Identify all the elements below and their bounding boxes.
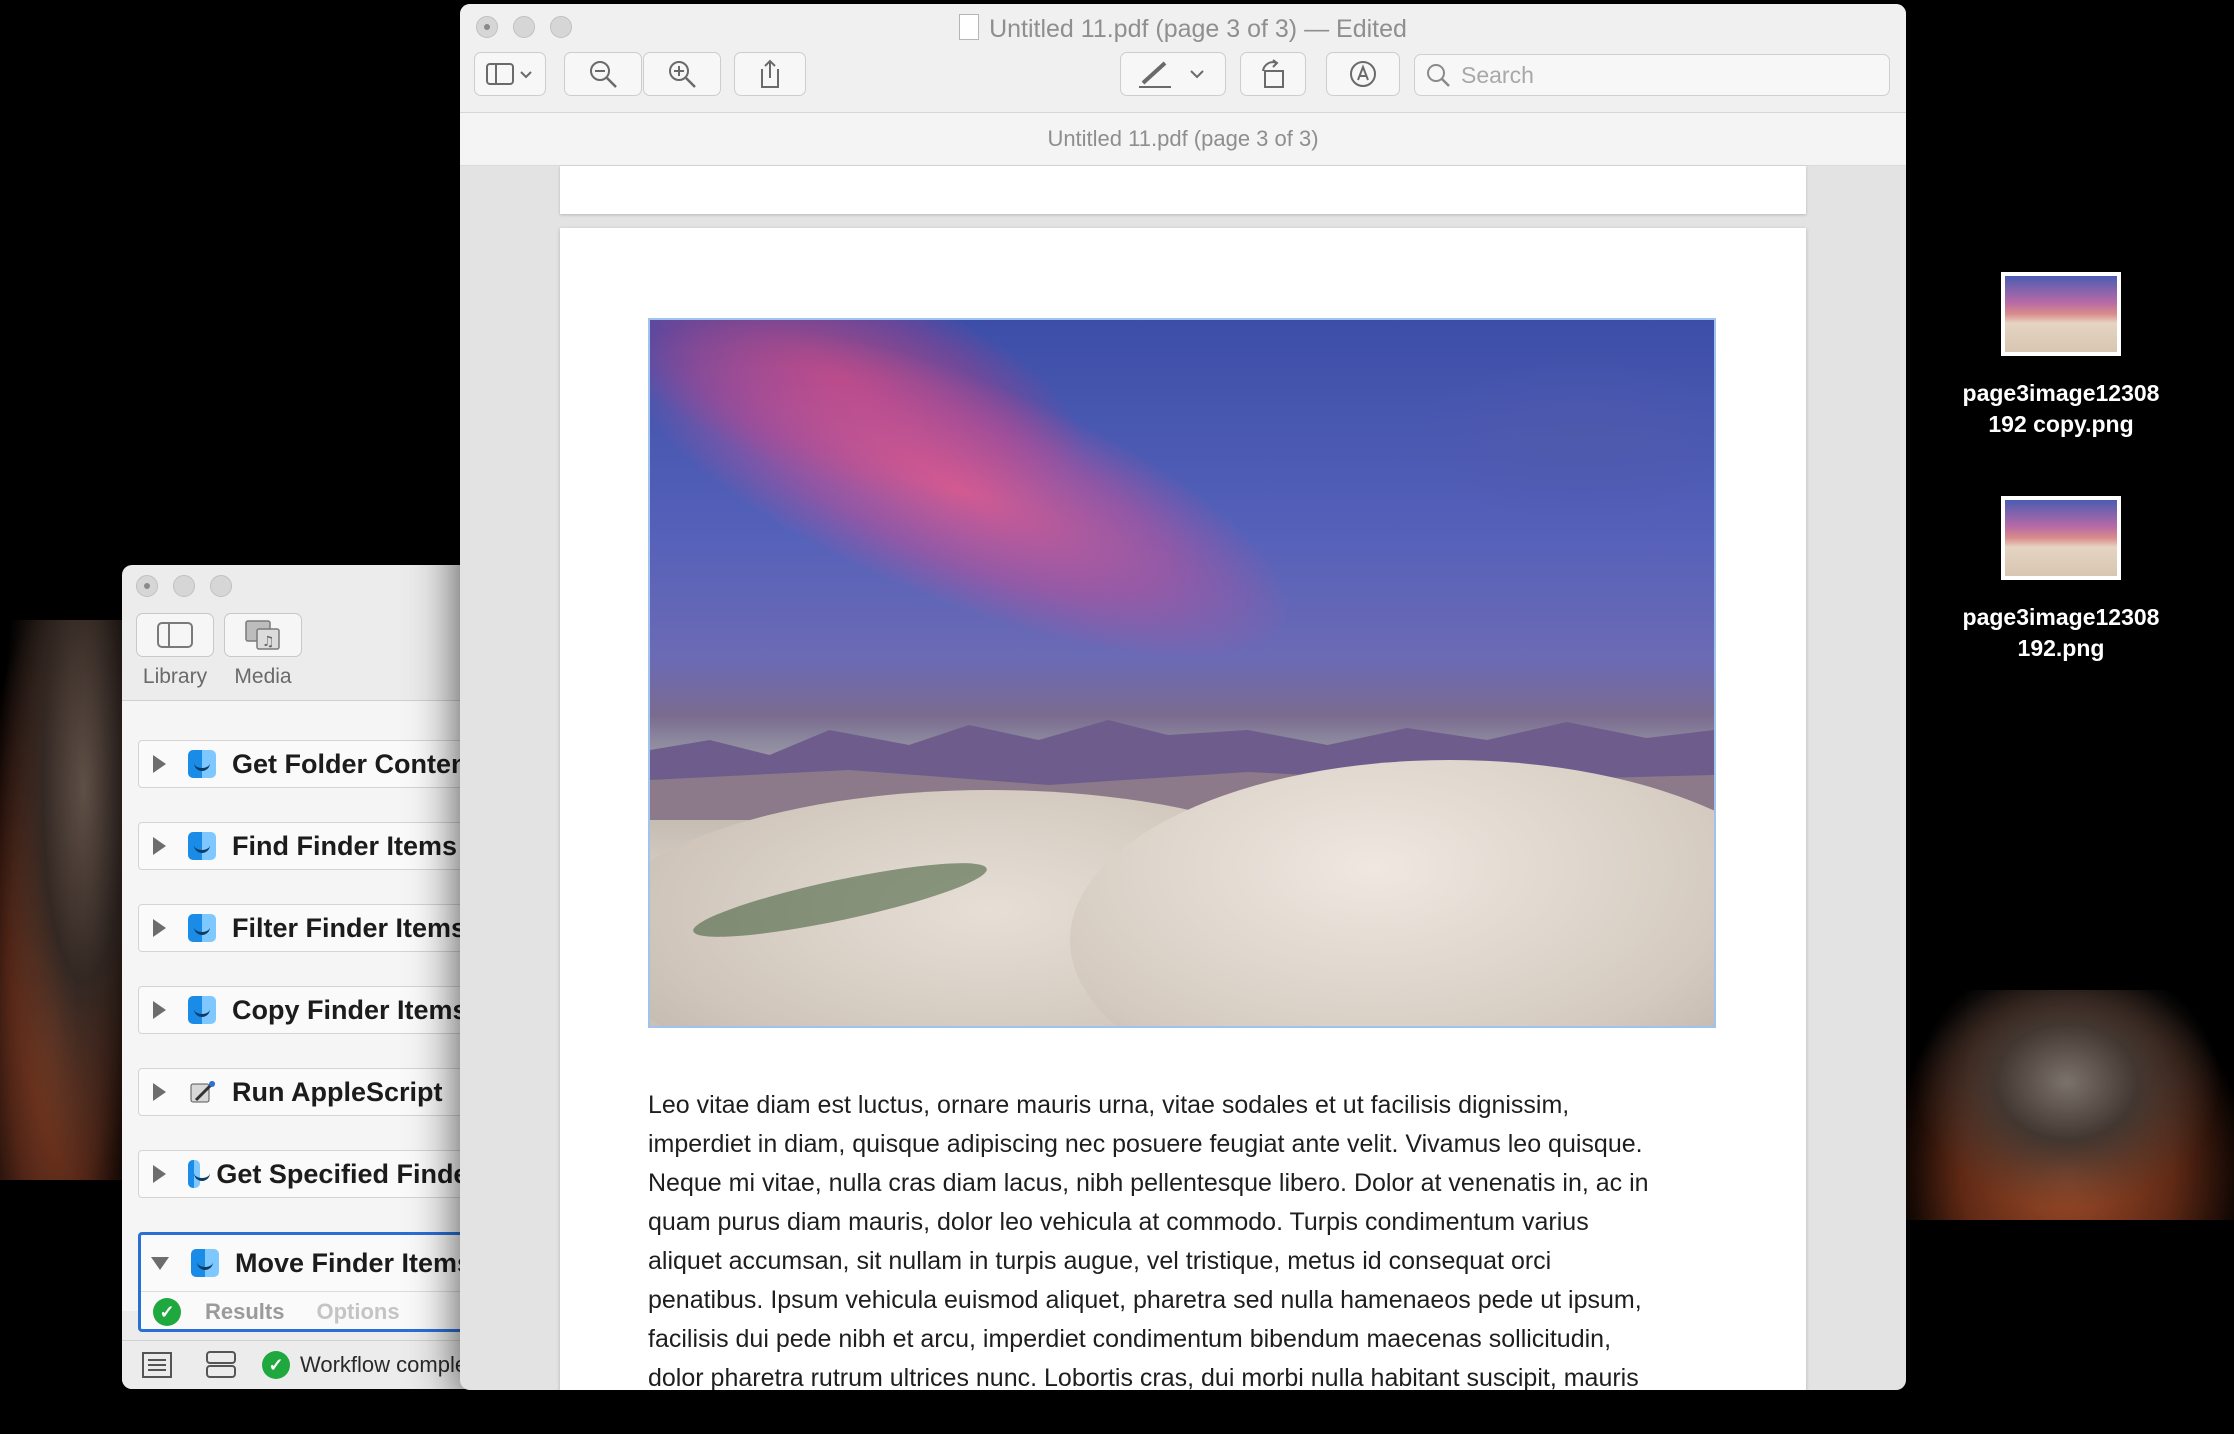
log-icon[interactable] [142, 1352, 172, 1378]
tab-options[interactable]: Options [316, 1299, 399, 1325]
rotate-icon [1262, 59, 1284, 88]
action-label: Move Finder Items [235, 1247, 473, 1278]
variables-icon[interactable] [206, 1351, 236, 1379]
text-line: penatibus. Ipsum vehicula euismod alique… [648, 1286, 1642, 1314]
library-button[interactable] [136, 613, 214, 657]
share-button[interactable] [734, 52, 806, 96]
success-check-icon: ✓ [153, 1298, 181, 1326]
share-icon [761, 59, 779, 88]
automator-toolbar: Library ♫ Media [136, 613, 302, 689]
file-name-line2: 192 copy.png [1988, 411, 2134, 437]
search-input[interactable] [1459, 60, 1883, 90]
finder-icon [188, 996, 216, 1024]
title-bar: Untitled 11.pdf (page 3 of 3) — Edited [460, 4, 1906, 113]
close-button[interactable] [136, 575, 158, 597]
disclosure-triangle-icon[interactable] [153, 755, 166, 773]
document-icon [959, 14, 980, 40]
success-check-icon: ✓ [262, 1351, 290, 1379]
desktop-wallpaper-rock-right [1900, 990, 2234, 1220]
media-toolbar-item[interactable]: ♫ Media [224, 613, 302, 689]
script-icon [188, 1078, 216, 1106]
pen-icon [1139, 61, 1171, 88]
media-label: Media [234, 665, 292, 688]
window-title-text: Untitled 11.pdf (page 3 of 3) — Edited [989, 15, 1407, 43]
finder-icon [188, 832, 216, 860]
rotate-button[interactable] [1240, 52, 1306, 96]
library-label: Library [142, 665, 208, 688]
finder-icon [188, 750, 216, 778]
desktop-file[interactable]: page3image12308 192.png [1946, 496, 2176, 664]
file-name: page3image12308 192 copy.png [1946, 378, 2176, 440]
preview-window: Untitled 11.pdf (page 3 of 3) — Edited S… [460, 4, 1906, 1390]
page-body-text: Leo vitae diam est luctus, ornare mauris… [648, 1086, 1718, 1390]
pdf-page-previous [560, 166, 1806, 214]
minimize-button[interactable] [173, 575, 195, 597]
text-line: dolor pharetra rutrum ultrices nunc. Lob… [648, 1364, 1639, 1390]
text-line: aliquet accumsan, sit nullam in turpis a… [648, 1247, 1552, 1275]
file-name-line1: page3image12308 [1962, 604, 2160, 630]
search-icon [1427, 64, 1450, 87]
media-button[interactable]: ♫ [224, 613, 302, 657]
library-toolbar-item[interactable]: Library [136, 613, 214, 689]
action-label: Find Finder Items [232, 830, 458, 861]
action-label: Run AppleScript [232, 1076, 443, 1107]
markup-pen-button[interactable] [1120, 52, 1226, 96]
disclosure-triangle-icon[interactable] [153, 837, 166, 855]
disclosure-triangle-icon[interactable] [153, 1083, 166, 1101]
sidebar-toggle-button[interactable] [474, 52, 546, 96]
media-icon: ♫ [245, 620, 280, 650]
disclosure-triangle-icon[interactable] [153, 919, 166, 937]
zoom-button[interactable] [210, 575, 232, 597]
action-label: Get Folder Contents [232, 748, 492, 779]
file-name: page3image12308 192.png [1946, 602, 2176, 664]
desert-dune-image[interactable] [648, 318, 1716, 1028]
text-line: quam purus diam mauris, dolor leo vehicu… [648, 1208, 1589, 1236]
action-label: Filter Finder Items [232, 912, 467, 943]
document-subtitle: Untitled 11.pdf (page 3 of 3) [460, 113, 1906, 166]
zoom-out-button[interactable] [564, 52, 642, 96]
file-name-line1: page3image12308 [1962, 380, 2160, 406]
action-label: Copy Finder Items [232, 994, 468, 1025]
disclosure-triangle-icon[interactable] [151, 1256, 169, 1270]
disclosure-triangle-icon[interactable] [153, 1001, 166, 1019]
zoom-in-icon [669, 61, 696, 88]
image-thumbnail-icon [2001, 272, 2121, 356]
text-line: facilisis dui pede nibh et arcu, imperdi… [648, 1325, 1612, 1353]
finder-icon [191, 1249, 219, 1277]
tab-results[interactable]: Results [205, 1299, 284, 1325]
pdf-page-current: Leo vitae diam est luctus, ornare mauris… [560, 228, 1806, 1390]
svg-text:♫: ♫ [262, 634, 275, 650]
search-field[interactable] [1414, 54, 1890, 96]
finder-icon [188, 914, 216, 942]
text-line: imperdiet in diam, quisque adipiscing ne… [648, 1130, 1643, 1158]
markup-toolbar-button[interactable] [1326, 52, 1400, 96]
zoom-in-button[interactable] [643, 52, 721, 96]
desktop-file-copy[interactable]: page3image12308 192 copy.png [1946, 272, 2176, 440]
window-controls [136, 575, 232, 597]
markup-icon [1350, 61, 1376, 87]
sidebar-icon [486, 63, 532, 85]
chevron-down-icon[interactable] [1187, 64, 1207, 84]
desktop-wallpaper-rock-left [0, 620, 140, 1180]
text-line: Neque mi vitae, nulla cras diam lacus, n… [648, 1169, 1649, 1197]
sidebar-icon [157, 622, 193, 648]
file-name-line2: 192.png [2017, 635, 2105, 661]
image-thumbnail-icon [2001, 496, 2121, 580]
finder-icon [188, 1160, 211, 1188]
window-title: Untitled 11.pdf (page 3 of 3) — Edited [460, 14, 1906, 44]
disclosure-triangle-icon[interactable] [153, 1165, 166, 1183]
zoom-out-icon [590, 61, 617, 88]
text-line: Leo vitae diam est luctus, ornare mauris… [648, 1091, 1570, 1119]
